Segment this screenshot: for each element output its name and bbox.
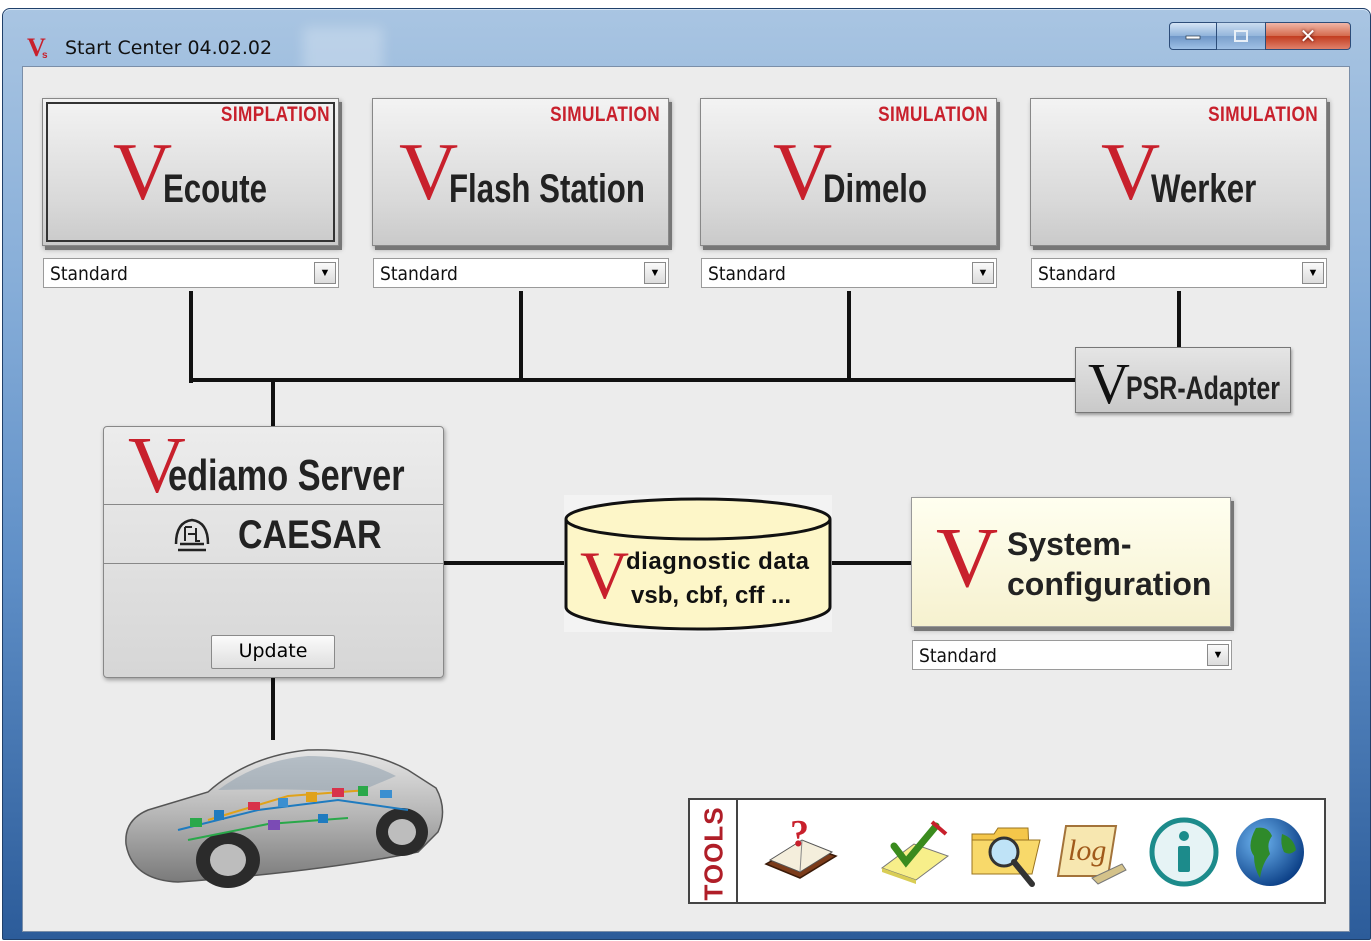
svg-text:log: log xyxy=(1068,834,1106,867)
maximize-icon xyxy=(1234,30,1248,42)
app-tile-werker[interactable]: SIMULATION V Werker xyxy=(1030,98,1327,246)
chevron-down-icon[interactable]: ▼ xyxy=(1302,262,1324,284)
simulation-badge: SIMULATION xyxy=(550,103,660,126)
server-name: ediamo Server xyxy=(168,451,405,500)
help-book-icon[interactable]: ? xyxy=(762,812,840,892)
app-tile-flash-station[interactable]: SIMULATION V Flash Station xyxy=(372,98,669,246)
check-notepad-icon[interactable] xyxy=(876,812,954,892)
svg-text:?: ? xyxy=(790,813,809,855)
connector xyxy=(189,291,193,383)
mode-select-system-configuration[interactable]: Standard ▼ xyxy=(912,640,1232,670)
divider xyxy=(104,504,443,505)
globe-icon[interactable] xyxy=(1232,812,1310,892)
connector xyxy=(442,561,564,565)
mode-select-werker[interactable]: Standard ▼ xyxy=(1031,258,1327,288)
mode-select-ecoute[interactable]: Standard ▼ xyxy=(43,258,339,288)
connector xyxy=(271,381,275,426)
tools-panel: TOOLS ? log xyxy=(688,798,1326,904)
close-icon: ✕ xyxy=(1299,25,1317,48)
v-logo: V xyxy=(1088,351,1130,416)
connector xyxy=(189,378,1075,382)
chevron-down-icon[interactable]: ▼ xyxy=(644,262,666,284)
psr-adapter-label: PSR-Adapter xyxy=(1126,370,1280,406)
tools-tab: TOOLS xyxy=(690,800,738,902)
folder-search-icon[interactable] xyxy=(968,812,1046,892)
psr-adapter[interactable]: V PSR-Adapter xyxy=(1075,347,1291,416)
log-icon[interactable]: log xyxy=(1052,812,1130,892)
connector xyxy=(271,676,275,740)
v-logo: V xyxy=(936,509,999,605)
connector xyxy=(1177,291,1181,347)
chevron-down-icon[interactable]: ▼ xyxy=(1207,644,1229,666)
vehicle-illustration xyxy=(125,749,444,888)
app-name: Ecoute xyxy=(163,167,268,211)
app-name: Dimelo xyxy=(823,167,928,211)
minimize-button[interactable] xyxy=(1169,22,1217,50)
app-tile-ecoute[interactable]: SIMPLATION V Ecoute xyxy=(42,98,339,246)
v-logo: V xyxy=(580,537,630,613)
app-name: Werker xyxy=(1151,167,1257,211)
sysconf-label-2: configuration xyxy=(1007,566,1212,602)
app-name: Flash Station xyxy=(449,167,645,211)
update-button[interactable]: Update xyxy=(211,635,335,669)
chevron-down-icon[interactable]: ▼ xyxy=(972,262,994,284)
connector xyxy=(519,291,523,381)
chevron-down-icon[interactable]: ▼ xyxy=(314,262,336,284)
simulation-badge: SIMULATION xyxy=(878,103,988,126)
caesar-logo-icon xyxy=(174,518,210,552)
tools-label: TOOLS xyxy=(698,806,729,901)
window-title: Start Center 04.02.02 xyxy=(65,37,273,59)
sysconf-label-1: System- xyxy=(1007,526,1132,562)
divider xyxy=(104,563,443,564)
svg-text:s: s xyxy=(42,50,48,60)
vediamo-server-panel: V ediamo Server CAESAR Update xyxy=(103,422,444,678)
data-store-label-2: vsb, cbf, cff ... xyxy=(631,582,792,609)
select-value: Standard xyxy=(919,645,997,667)
minimize-icon xyxy=(1185,35,1201,40)
connector xyxy=(847,291,851,381)
vediamo-logo-icon: V s xyxy=(27,34,48,60)
close-button[interactable]: ✕ xyxy=(1265,22,1351,50)
app-tile-dimelo[interactable]: SIMULATION V Dimelo xyxy=(700,98,997,246)
caesar-label: CAESAR xyxy=(238,513,382,557)
select-value: Standard xyxy=(1038,263,1116,285)
simulation-badge: SIMPLATION xyxy=(220,103,330,126)
system-configuration-tile[interactable]: V System- configuration xyxy=(911,497,1231,627)
mode-select-flash-station[interactable]: Standard ▼ xyxy=(373,258,669,288)
select-value: Standard xyxy=(380,263,458,285)
simulation-badge: SIMULATION xyxy=(1208,103,1318,126)
info-icon[interactable] xyxy=(1146,812,1224,892)
mode-select-dimelo[interactable]: Standard ▼ xyxy=(701,258,997,288)
connector xyxy=(832,561,911,565)
maximize-button[interactable] xyxy=(1216,22,1266,50)
select-value: Standard xyxy=(50,263,128,285)
select-value: Standard xyxy=(708,263,786,285)
data-store-label-1: diagnostic data xyxy=(626,548,810,575)
